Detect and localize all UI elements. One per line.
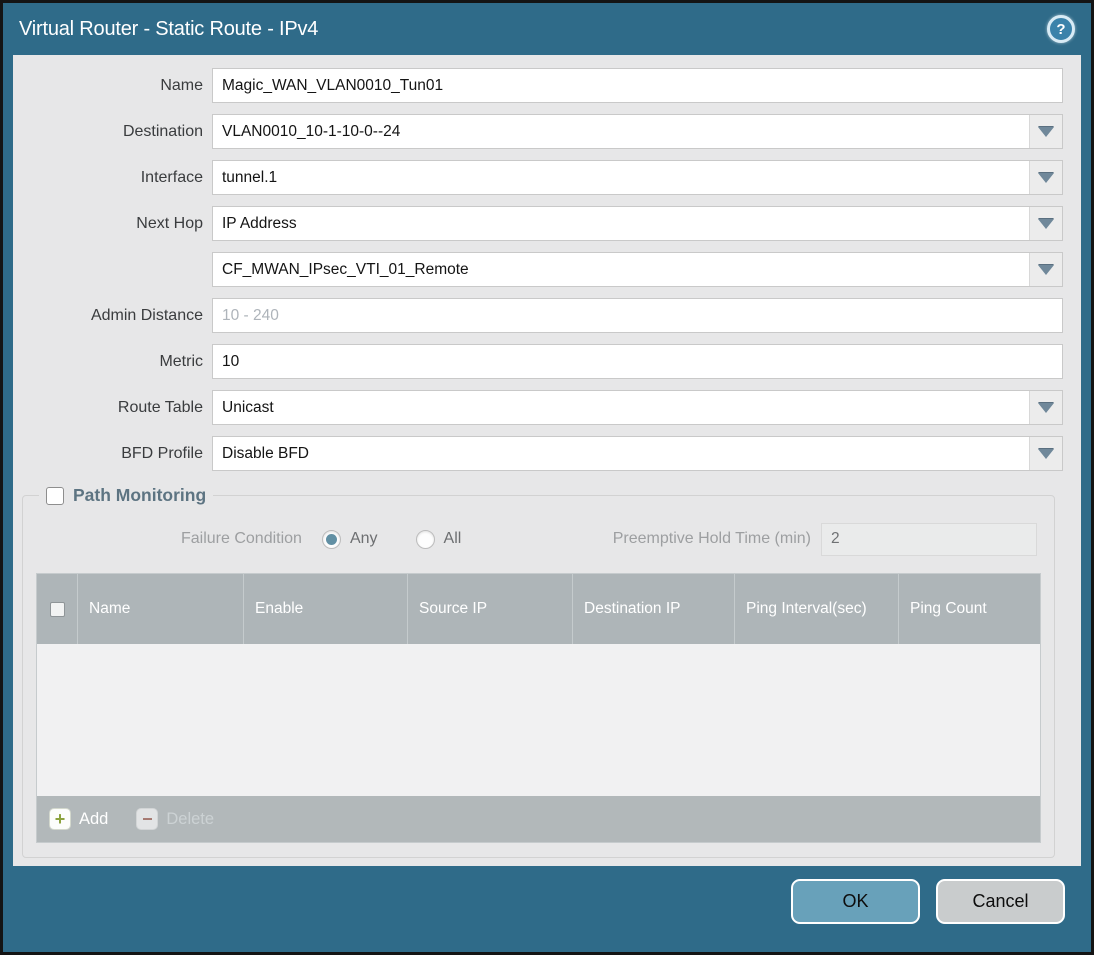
bfd-profile-label: BFD Profile bbox=[121, 444, 203, 462]
table-toolbar: + Add − Delete bbox=[37, 796, 1040, 842]
ok-button[interactable]: OK bbox=[791, 879, 920, 924]
bfd-profile-value: Disable BFD bbox=[222, 445, 309, 462]
next-hop-select[interactable]: IP Address bbox=[212, 206, 1063, 241]
preemptive-hold-time-label: Preemptive Hold Time (min) bbox=[612, 530, 811, 547]
metric-row: Metric bbox=[13, 344, 1063, 379]
path-monitoring-section: Path Monitoring Failure Condition Any Al… bbox=[22, 485, 1055, 858]
route-table-row: Route Table Unicast bbox=[13, 390, 1063, 425]
admin-distance-label: Admin Distance bbox=[90, 306, 203, 324]
name-label: Name bbox=[160, 76, 203, 94]
next-hop-address-dropdown-button[interactable] bbox=[1029, 253, 1062, 286]
chevron-down-icon bbox=[1038, 126, 1054, 137]
path-monitoring-legend: Path Monitoring bbox=[39, 485, 213, 506]
metric-label: Metric bbox=[159, 352, 203, 370]
bfd-profile-dropdown-button[interactable] bbox=[1029, 437, 1062, 470]
help-icon[interactable]: ? bbox=[1047, 15, 1075, 43]
next-hop-value: IP Address bbox=[222, 215, 297, 232]
preemptive-hold-time-group: Preemptive Hold Time (min) bbox=[612, 522, 1037, 556]
metric-input[interactable] bbox=[212, 344, 1063, 379]
name-input[interactable] bbox=[212, 68, 1063, 103]
admin-distance-row: Admin Distance bbox=[13, 298, 1063, 333]
interface-label: Interface bbox=[140, 168, 203, 186]
destination-select[interactable]: VLAN0010_10-1-10-0--24 bbox=[212, 114, 1063, 149]
chevron-down-icon bbox=[1038, 402, 1054, 413]
select-all-checkbox[interactable] bbox=[49, 601, 65, 617]
preemptive-hold-time-input[interactable] bbox=[821, 522, 1037, 556]
table-header-row: Name Enable Source IP Destination IP Pin… bbox=[37, 574, 1040, 644]
chevron-down-icon bbox=[1038, 218, 1054, 229]
delete-button[interactable]: − Delete bbox=[136, 808, 214, 830]
failure-condition-row: Failure Condition Any All Preemptive Hol… bbox=[181, 522, 1037, 556]
destination-value: VLAN0010_10-1-10-0--24 bbox=[222, 123, 401, 140]
add-button[interactable]: + Add bbox=[49, 808, 108, 830]
destination-label: Destination bbox=[122, 122, 203, 140]
next-hop-row: Next Hop IP Address bbox=[13, 206, 1063, 241]
table-body-empty bbox=[37, 644, 1040, 796]
interface-dropdown-button[interactable] bbox=[1029, 161, 1062, 194]
chevron-down-icon bbox=[1038, 264, 1054, 275]
path-monitoring-checkbox[interactable] bbox=[46, 486, 64, 505]
column-header-name: Name bbox=[77, 574, 243, 644]
next-hop-label: Next Hop bbox=[136, 214, 203, 232]
route-table-select[interactable]: Unicast bbox=[212, 390, 1063, 425]
bfd-profile-select[interactable]: Disable BFD bbox=[212, 436, 1063, 471]
route-table-value: Unicast bbox=[222, 399, 274, 416]
failure-condition-any-radio[interactable]: Any bbox=[321, 529, 378, 549]
dialog-title: Virtual Router - Static Route - IPv4 bbox=[19, 17, 319, 40]
route-table-dropdown-button[interactable] bbox=[1029, 391, 1062, 424]
admin-distance-input[interactable] bbox=[212, 298, 1063, 333]
radio-icon bbox=[415, 529, 435, 549]
column-header-source-ip: Source IP bbox=[407, 574, 572, 644]
column-header-destination-ip: Destination IP bbox=[572, 574, 734, 644]
chevron-down-icon bbox=[1038, 448, 1054, 459]
bfd-profile-row: BFD Profile Disable BFD bbox=[13, 436, 1063, 471]
failure-condition-any-label: Any bbox=[349, 530, 378, 547]
dialog-content: Name Destination VLAN0010_10-1-10-0--24 … bbox=[13, 55, 1081, 866]
radio-icon bbox=[321, 529, 341, 549]
next-hop-dropdown-button[interactable] bbox=[1029, 207, 1062, 240]
interface-row: Interface tunnel.1 bbox=[13, 160, 1063, 195]
next-hop-address-select[interactable]: CF_MWAN_IPsec_VTI_01_Remote bbox=[212, 252, 1063, 287]
path-monitoring-table: Name Enable Source IP Destination IP Pin… bbox=[36, 573, 1041, 843]
column-header-enable: Enable bbox=[243, 574, 407, 644]
route-table-label: Route Table bbox=[117, 398, 203, 416]
interface-value: tunnel.1 bbox=[222, 169, 278, 186]
name-row: Name bbox=[13, 68, 1063, 103]
add-button-label: Add bbox=[79, 809, 109, 828]
path-monitoring-title: Path Monitoring bbox=[73, 485, 207, 505]
next-hop-address-row: CF_MWAN_IPsec_VTI_01_Remote bbox=[13, 252, 1063, 287]
destination-row: Destination VLAN0010_10-1-10-0--24 bbox=[13, 114, 1063, 149]
plus-icon: + bbox=[49, 808, 71, 830]
dialog-titlebar: Virtual Router - Static Route - IPv4 ? bbox=[3, 3, 1091, 55]
delete-button-label: Delete bbox=[166, 809, 215, 828]
dialog-footer: OK Cancel bbox=[3, 866, 1091, 952]
chevron-down-icon bbox=[1038, 172, 1054, 183]
failure-condition-label: Failure Condition bbox=[181, 530, 302, 547]
failure-condition-all-radio[interactable]: All bbox=[415, 529, 462, 549]
select-all-header-cell bbox=[37, 574, 77, 644]
minus-icon: − bbox=[136, 808, 159, 830]
failure-condition-all-label: All bbox=[443, 530, 462, 547]
next-hop-address-value: CF_MWAN_IPsec_VTI_01_Remote bbox=[222, 261, 469, 278]
destination-dropdown-button[interactable] bbox=[1029, 115, 1062, 148]
static-route-dialog: Virtual Router - Static Route - IPv4 ? N… bbox=[0, 0, 1094, 955]
cancel-button[interactable]: Cancel bbox=[936, 879, 1065, 924]
interface-select[interactable]: tunnel.1 bbox=[212, 160, 1063, 195]
column-header-ping-interval: Ping Interval(sec) bbox=[734, 574, 898, 644]
column-header-ping-count: Ping Count bbox=[898, 574, 1040, 644]
